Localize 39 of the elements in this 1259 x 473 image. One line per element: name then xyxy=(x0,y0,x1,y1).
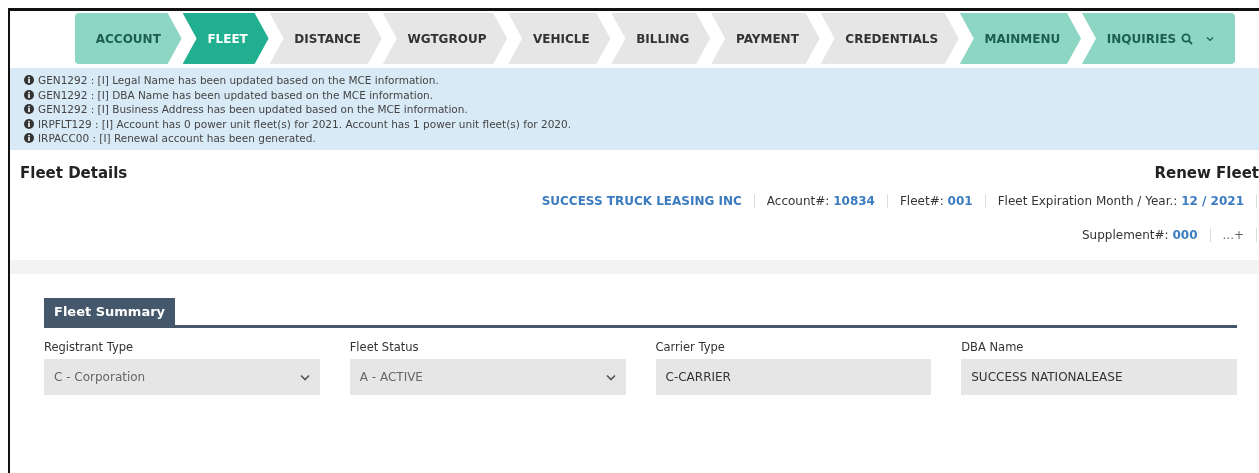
wizard-step-tab[interactable]: INQUIRIES xyxy=(1082,13,1235,64)
info-icon xyxy=(24,89,34,100)
info-field: Supplement#: 000 xyxy=(1069,228,1211,242)
message-text: IRPFLT129 : [I] Account has 0 power unit fleet(s) for 2021. Account has 1 power unit fleet(s) for 2020. xyxy=(38,116,571,131)
info-field: Fleet Expiration Month / Year.: 12 / 2021 xyxy=(985,194,1257,208)
field-label: DBA Name xyxy=(961,340,1025,354)
wizard-step-tab[interactable]: WGTGROUP xyxy=(382,13,508,64)
info-icon xyxy=(24,118,34,129)
info-field: Fleet#: 001 xyxy=(887,194,986,208)
message-text: GEN1292 : [I] Business Address has been updated based on the MCE information. xyxy=(38,102,468,117)
search-icon xyxy=(1181,32,1194,45)
field-label: Registrant Type xyxy=(44,340,135,354)
text-field[interactable]: SUCCESS NATIONALEASE xyxy=(961,359,1237,395)
wizard-step-tab[interactable]: VEHICLE xyxy=(508,13,611,64)
chevron-down-icon xyxy=(299,373,310,381)
wizard-step-tab[interactable]: CREDENTIALS xyxy=(820,13,959,64)
message-text: GEN1292 : [I] Legal Name has been updated based on the MCE information. xyxy=(38,73,439,88)
carrier-name: SUCCESS TRUCK LEASING INC xyxy=(529,194,755,208)
more-link[interactable]: ...+ xyxy=(1210,228,1257,242)
chevron-down-icon xyxy=(1206,35,1215,42)
info-icon xyxy=(24,104,34,115)
field-label: Fleet Status xyxy=(349,340,420,354)
chevron-down-icon xyxy=(605,373,616,381)
dropdown-field[interactable]: A - ACTIVE xyxy=(349,359,626,395)
info-icon xyxy=(24,75,34,86)
wizard-step-tab[interactable]: PAYMENT xyxy=(711,13,820,64)
message-text: GEN1292 : [I] DBA Name has been updated based on the MCE information. xyxy=(38,87,434,102)
section-title: Fleet Details xyxy=(20,164,128,182)
wizard-step-tab[interactable]: BILLING xyxy=(611,13,711,64)
wizard-step-tab[interactable]: ACCOUNT xyxy=(75,13,182,64)
text-field[interactable]: C-CARRIER xyxy=(655,359,932,395)
info-field: Account#: 10834 xyxy=(754,194,888,208)
field-label: Carrier Type xyxy=(655,340,726,354)
message-text: IRPACC00 : [I] Renewal account has been generated. xyxy=(38,131,316,146)
dropdown-field[interactable]: C - Corporation xyxy=(44,359,320,395)
wizard-step-tab[interactable]: DISTANCE xyxy=(269,13,382,64)
info-icon xyxy=(24,133,34,144)
page-action-title: Renew Fleet xyxy=(1154,164,1259,182)
wizard-step-tab[interactable]: MAINMENU xyxy=(959,13,1081,64)
